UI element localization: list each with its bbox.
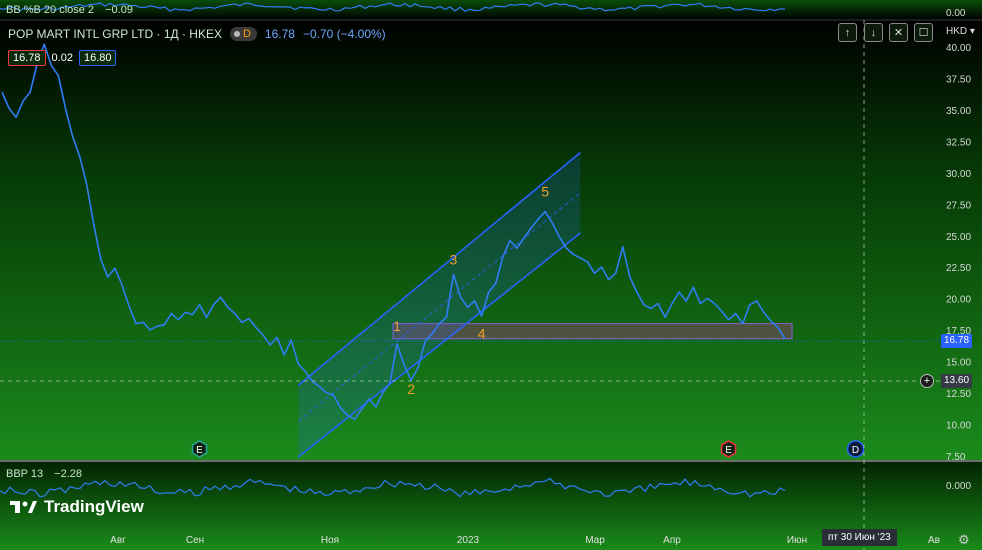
scroll-down-button[interactable]: ↓ — [864, 23, 883, 42]
sell-price[interactable]: 16.78 — [8, 50, 46, 66]
top-indicator-name: BB %B 20 close 2 — [6, 4, 95, 16]
price-tick-label: 25.00 — [946, 232, 971, 243]
time-tick-label: Мар — [585, 535, 605, 546]
price-tick-label: 35.00 — [946, 106, 971, 117]
price-tick-label: 20.00 — [946, 295, 971, 306]
delay-badge[interactable]: D — [229, 27, 257, 41]
crosshair-price-tag: 13.60 — [941, 374, 973, 388]
price-tick-label: 15.00 — [946, 358, 971, 369]
wave-label[interactable]: 2 — [407, 381, 415, 397]
maximize-button[interactable]: ☐ — [914, 23, 933, 42]
currency-label[interactable]: HKD ▾ — [946, 26, 975, 37]
chart-window: 40.00 37.50 35.00 32.50 30.00 27.50 25.00 22.50… — [0, 0, 982, 550]
collapse-button[interactable]: ✕ — [889, 23, 908, 42]
time-tick-label: 2023 — [457, 535, 480, 546]
time-tick-label: Июн — [787, 535, 807, 546]
price-tick-label: 40.00 — [946, 43, 971, 54]
crosshair-date-tag: пт 30 Июн '23 — [822, 529, 897, 546]
status-dot-icon — [233, 31, 240, 37]
chart-canvas[interactable]: 40.0037.5035.0032.5030.0027.5025.0022.50… — [0, 0, 982, 550]
top-indicator-legend[interactable]: BB %B 20 close 2 −0.09 — [6, 4, 141, 16]
wave-label[interactable]: 1 — [393, 318, 401, 334]
top-axis-label: 0.00 — [946, 8, 966, 19]
event-marker-label: D — [852, 445, 859, 456]
current-price-tag: 16.78 — [941, 334, 973, 348]
price-tick-label: 37.50 — [946, 74, 971, 85]
bottom-axis-label: 0.000 — [946, 481, 971, 492]
price-change: −0.70 (−4.00%) — [302, 27, 386, 41]
price-tick-label: 32.50 — [946, 137, 971, 148]
add-alert-icon[interactable]: + — [920, 374, 934, 388]
bottom-indicator-legend[interactable]: BBP 13 −2.28 — [6, 468, 90, 480]
price-tick-label: 22.50 — [946, 263, 971, 274]
delay-badge-label: D — [242, 28, 251, 40]
last-price: 16.78 — [264, 27, 295, 41]
price-tick-label: 7.50 — [946, 452, 966, 463]
time-tick-label: Ноя — [321, 535, 339, 546]
bid-ask-row: 16.78 0.02 16.80 — [8, 50, 117, 66]
spread-value: 0.02 — [51, 52, 73, 64]
buy-price[interactable]: 16.80 — [78, 50, 117, 66]
price-tick-label: 27.50 — [946, 200, 971, 211]
time-tick-label: Апр — [663, 535, 681, 546]
price-tick-label: 12.50 — [946, 389, 971, 400]
event-marker-label: E — [196, 445, 203, 456]
price-tick-label: 30.00 — [946, 169, 971, 180]
symbol-title: POP MART INTL GRP LTD · 1Д · HKEX — [8, 27, 222, 41]
wave-label[interactable]: 4 — [478, 326, 486, 342]
wave-label[interactable]: 3 — [450, 251, 458, 267]
price-tick-label: 10.00 — [946, 421, 971, 432]
tradingview-logo[interactable]: TradingView — [10, 497, 144, 517]
bottom-indicator-value: −2.28 — [54, 468, 83, 480]
currency-text: HKD — [946, 26, 968, 37]
scroll-up-button[interactable]: ↑ — [838, 23, 857, 42]
wave-label[interactable]: 5 — [541, 183, 549, 199]
time-tick-label: Авг — [110, 535, 126, 546]
settings-gear-icon[interactable]: ⚙ — [958, 532, 970, 548]
top-indicator-value: −0.09 — [105, 4, 133, 16]
top-indicator-pane — [0, 0, 982, 20]
event-marker-label: E — [725, 445, 732, 456]
symbol-legend[interactable]: POP MART INTL GRP LTD · 1Д · HKEX D 16.7… — [8, 27, 386, 41]
tradingview-logo-icon — [10, 501, 37, 513]
brand-name: TradingView — [44, 497, 144, 516]
time-tick-label: Ав — [928, 535, 940, 546]
bottom-indicator-name: BBP 13 — [6, 468, 44, 480]
time-tick-label: Сен — [186, 535, 204, 546]
